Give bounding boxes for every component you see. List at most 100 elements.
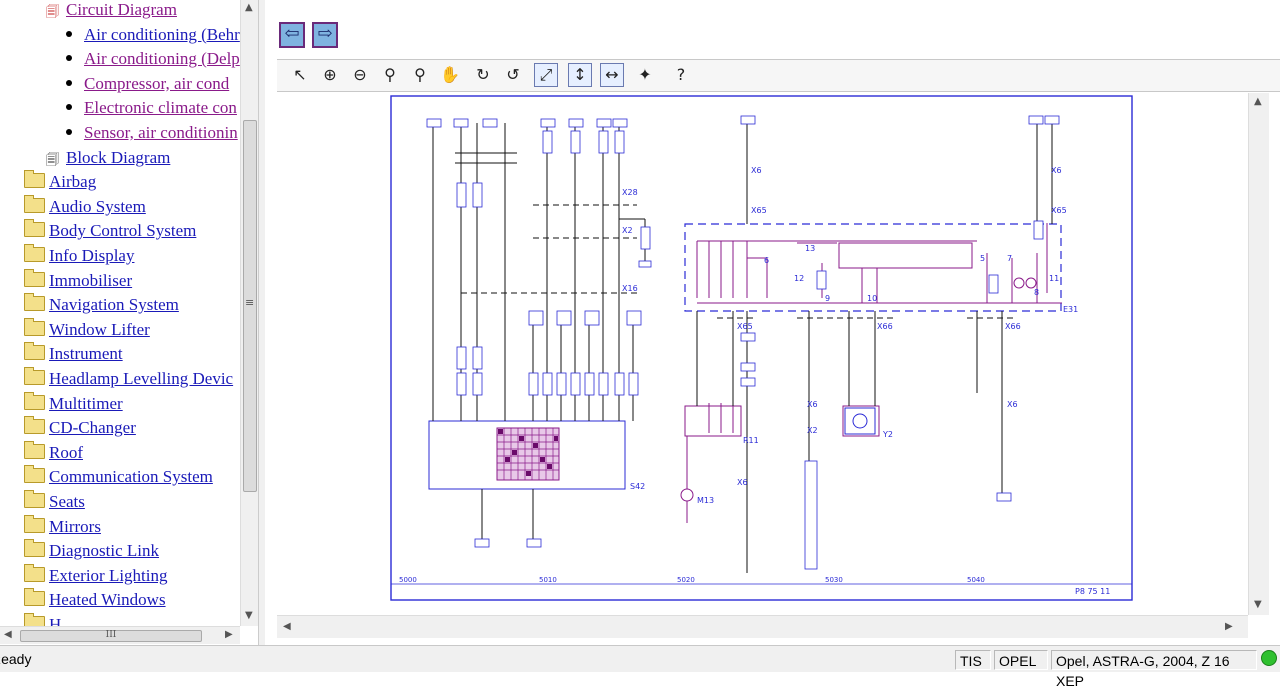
tree-item[interactable]: Seats <box>24 490 85 513</box>
tree-item-label[interactable]: CD-Changer <box>49 418 136 437</box>
highlight-icon[interactable]: ✦ <box>633 63 657 87</box>
tree-item[interactable]: Roof <box>24 440 83 464</box>
tree-item[interactable]: Audio System <box>24 194 146 218</box>
zoom-in-icon[interactable]: ⊕ <box>318 63 342 87</box>
zoom-icon[interactable]: ⚲ <box>378 63 402 87</box>
select-pointer-icon[interactable]: ↖ <box>288 63 312 87</box>
scroll-up-icon[interactable]: ▲ <box>1254 96 1262 107</box>
tree-item[interactable]: Navigation System <box>24 293 179 316</box>
diagram-viewer: ⇦ ⇨ ↖ ⊕ ⊖ ⚲ ⚲ ✋ ↻ ↺ ⤢ ↕ ↔ ✦? 5000 5010 5… <box>265 0 1280 645</box>
tree-item-label[interactable]: Audio System <box>49 197 146 216</box>
tree-item-label[interactable]: Communication System <box>49 467 213 486</box>
tree-item[interactable]: Compressor, air cond <box>66 73 229 95</box>
tree-item-label[interactable]: Compressor, air cond <box>84 74 229 93</box>
scroll-right-icon[interactable]: ▶ <box>225 629 233 640</box>
folder-icon <box>24 465 45 484</box>
tree-item[interactable]: Communication System <box>24 465 213 488</box>
tree-item-label[interactable]: Airbag <box>49 172 96 191</box>
tree-item[interactable]: Window Lifter <box>24 317 150 341</box>
tree-item[interactable]: Exterior Lighting <box>24 563 168 587</box>
tree-item-label[interactable]: Electronic climate con <box>84 98 237 117</box>
arrow-left-icon: ⇦ <box>284 23 300 44</box>
pan-hand-icon[interactable]: ✋ <box>438 63 462 87</box>
tree-item-label[interactable]: Air conditioning (Behr <box>84 25 240 44</box>
tree-item-label[interactable]: Air conditioning (Delp <box>84 49 240 68</box>
tree-item-label[interactable]: Block Diagram <box>66 148 170 167</box>
tree-item-label[interactable]: Instrument <box>49 344 123 363</box>
tree-item[interactable]: Air conditioning (Behr <box>66 24 240 46</box>
scroll-left-icon[interactable]: ◀ <box>283 621 291 632</box>
forward-button[interactable]: ⇨ <box>312 22 338 48</box>
tree-horizontal-scroll-thumb[interactable]: III <box>20 630 202 642</box>
zoom-out-icon[interactable]: ⊖ <box>348 63 372 87</box>
tree-item[interactable]: Airbag <box>24 170 96 193</box>
tree-item[interactable]: 🗐 Circuit Diagram <box>46 0 177 21</box>
help-icon[interactable]: ? <box>669 63 693 87</box>
tree-item[interactable]: Multitimer <box>24 391 123 415</box>
scroll-up-icon[interactable]: ▲ <box>245 2 253 13</box>
tree-item-label[interactable]: Multitimer <box>49 394 123 413</box>
diagram-vertical-scrollbar[interactable]: ▲ ▼ <box>1248 93 1269 615</box>
tree-item-label[interactable]: Sensor, air conditionin <box>84 123 238 142</box>
tree-vertical-scrollbar[interactable]: ▲ ≡ ▼ <box>240 0 258 626</box>
tree-item[interactable]: 🗐 Block Diagram <box>46 147 170 169</box>
folder-icon <box>24 588 45 607</box>
tree-item[interactable]: Diagnostic Link <box>24 539 159 562</box>
folder-icon <box>24 268 45 287</box>
label-12: 12 <box>794 274 804 283</box>
label-x6: X6 <box>737 478 748 487</box>
status-make: OPEL <box>994 650 1048 670</box>
label-r11: R11 <box>743 436 759 445</box>
tree-item[interactable]: Electronic climate con <box>66 97 237 119</box>
document-icon: 🗐 <box>46 152 59 168</box>
tree-item-label[interactable]: Diagnostic Link <box>49 541 159 560</box>
tree-item-label[interactable]: Immobiliser <box>49 271 132 290</box>
folder-icon <box>24 194 45 213</box>
tree-item[interactable]: CD-Changer <box>24 416 136 439</box>
tree-item[interactable]: Instrument <box>24 342 123 365</box>
tree-item[interactable]: Air conditioning (Delp <box>66 48 240 70</box>
tree-item-label[interactable]: Info Display <box>49 246 134 265</box>
tree-item-label[interactable]: Window Lifter <box>49 320 150 339</box>
tree-item-label[interactable]: Exterior Lighting <box>49 566 168 585</box>
tree-item-label[interactable]: Roof <box>49 443 83 462</box>
scroll-left-icon[interactable]: ◀ <box>4 629 12 640</box>
tree-item[interactable]: Immobiliser <box>24 268 132 292</box>
fit-width-icon[interactable]: ↔ <box>600 63 624 87</box>
tree-item-label[interactable]: Mirrors <box>49 517 101 536</box>
back-button[interactable]: ⇦ <box>279 22 305 48</box>
label-x16: X16 <box>622 284 638 293</box>
ruler-label: 5020 <box>677 576 695 584</box>
tree-item-label[interactable]: H <box>49 615 61 626</box>
tree-item[interactable]: Mirrors <box>24 514 101 538</box>
circuit-diagram-drawing: 5000 5010 5020 5030 5040 X28 X2 X16 S42 … <box>390 95 1133 601</box>
scroll-down-icon[interactable]: ▼ <box>245 610 253 621</box>
tree-horizontal-scrollbar[interactable]: ◀ III ▶ <box>0 626 240 644</box>
zoom-window-icon[interactable]: ⚲ <box>408 63 432 87</box>
tree-item[interactable]: Headlamp Levelling Devic <box>24 367 233 390</box>
label-6: 6 <box>764 256 769 265</box>
scroll-down-icon[interactable]: ▼ <box>1254 599 1262 610</box>
diagram-canvas[interactable]: 5000 5010 5020 5030 5040 X28 X2 X16 S42 … <box>277 93 1260 615</box>
tree-vertical-scroll-thumb[interactable]: ≡ <box>243 120 257 492</box>
tree-item[interactable]: Info Display <box>24 244 134 267</box>
tree-item-label[interactable]: Circuit Diagram <box>66 0 177 19</box>
tree-item[interactable]: Body Control System <box>24 219 196 242</box>
tree-item-label[interactable]: Heated Windows <box>49 590 166 609</box>
diagram-horizontal-scrollbar[interactable]: ◀ ▶ <box>277 615 1248 638</box>
tree-item-label[interactable]: Body Control System <box>49 221 196 240</box>
tree-item-label[interactable]: Headlamp Levelling Devic <box>49 369 233 388</box>
scroll-right-icon[interactable]: ▶ <box>1225 621 1233 632</box>
document-icon: 🗐 <box>46 5 59 20</box>
tree-item-label[interactable]: Navigation System <box>49 295 179 314</box>
rotate-left-icon[interactable]: ↺ <box>501 63 525 87</box>
rotate-right-icon[interactable]: ↻ <box>471 63 495 87</box>
fit-page-icon[interactable]: ⤢ <box>534 63 558 87</box>
fit-height-icon[interactable]: ↕ <box>568 63 592 87</box>
tree-item[interactable]: Sensor, air conditionin <box>66 122 238 144</box>
tree-item-label[interactable]: Seats <box>49 492 85 511</box>
tree-item[interactable]: Heated Windows <box>24 588 166 611</box>
label-e31: E31 <box>1063 305 1078 314</box>
status-app: TIS <box>955 650 991 670</box>
tree-item[interactable]: H <box>24 613 61 626</box>
